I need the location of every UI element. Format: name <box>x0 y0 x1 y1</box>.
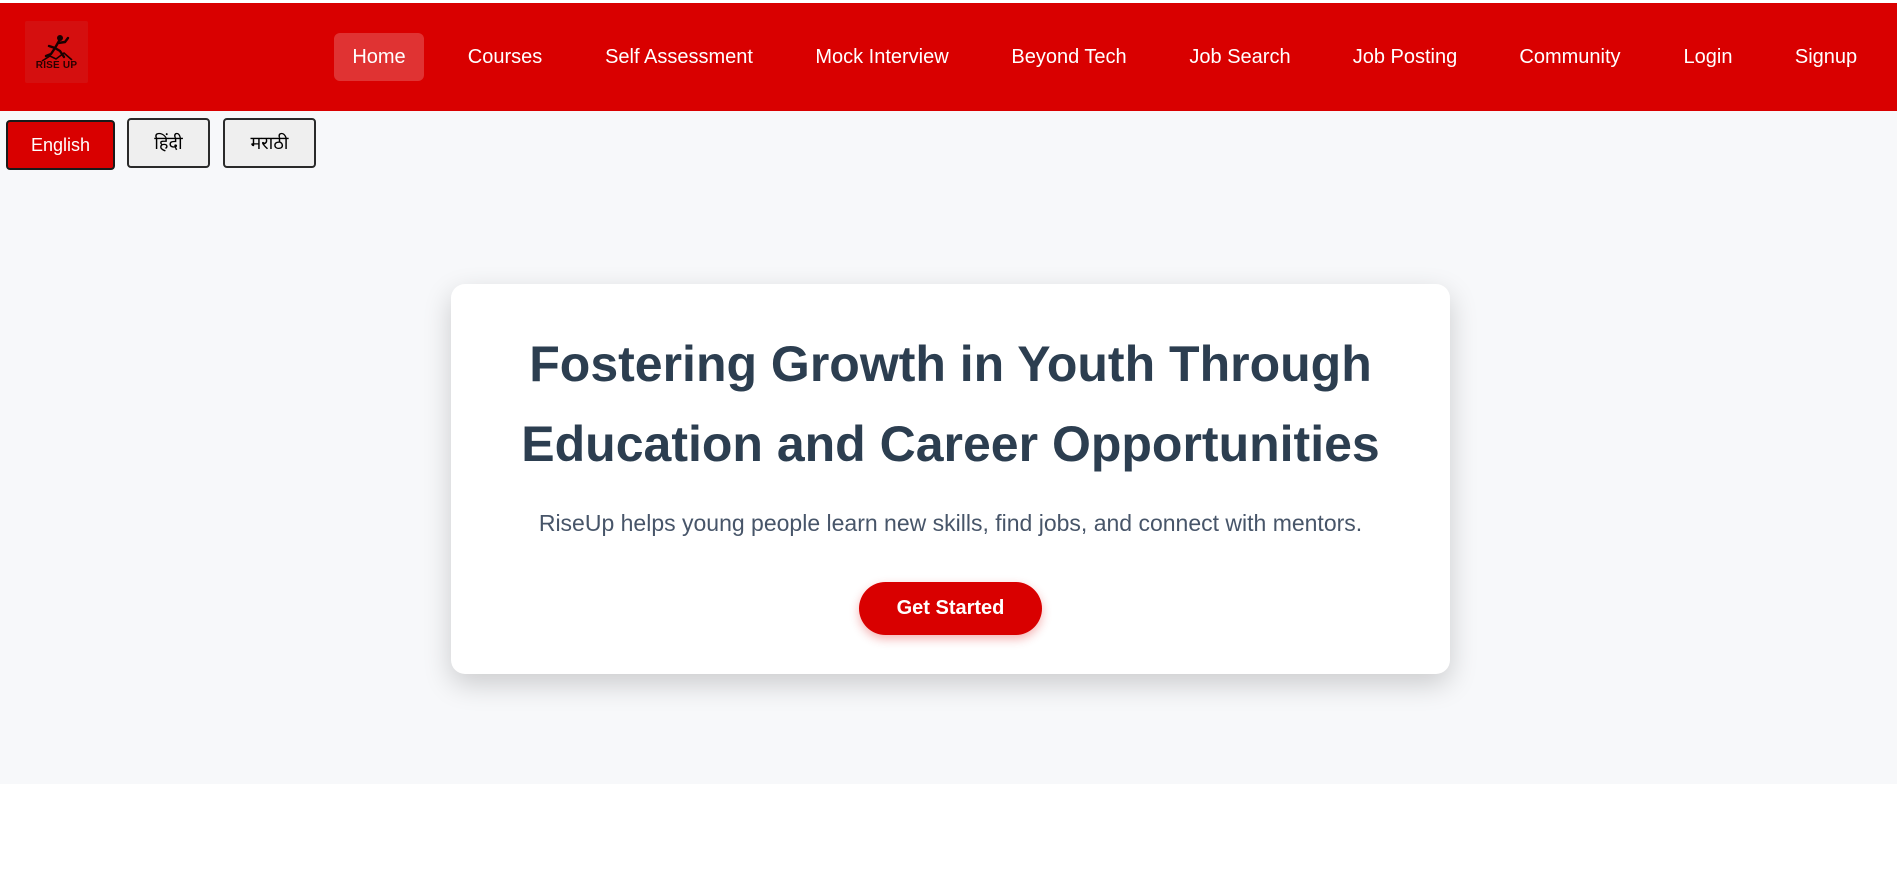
nav-signup[interactable]: Signup <box>1784 33 1868 81</box>
hero-card: Fostering Growth in Youth Through Educat… <box>451 284 1450 674</box>
nav-self-assessment[interactable]: Self Assessment <box>589 33 769 81</box>
hero-subtitle: RiseUp helps young people learn new skil… <box>538 510 1363 536</box>
hero-title-line2: Education and Career Opportunities <box>521 416 1380 472</box>
nav-mock-interview[interactable]: Mock Interview <box>803 33 961 81</box>
nav-home[interactable]: Home <box>334 33 424 81</box>
nav-job-posting[interactable]: Job Posting <box>1338 33 1472 81</box>
hero-title: Fostering Growth in Youth Through Educat… <box>451 324 1450 484</box>
nav-courses[interactable]: Courses <box>456 33 554 81</box>
nav-login[interactable]: Login <box>1667 33 1749 81</box>
main-nav: Home Courses Self Assessment Mock Interv… <box>0 33 1897 81</box>
navbar: RISE UP Home Courses Self Assessment Moc… <box>0 3 1897 111</box>
hero-title-line1: Fostering Growth in Youth Through <box>529 336 1372 392</box>
language-hindi-button[interactable]: हिंदी <box>127 118 210 168</box>
nav-beyond-tech[interactable]: Beyond Tech <box>996 33 1142 81</box>
language-marathi-button[interactable]: मराठी <box>223 118 316 168</box>
get-started-button[interactable]: Get Started <box>859 582 1042 635</box>
language-english-button[interactable]: English <box>6 120 115 170</box>
nav-job-search[interactable]: Job Search <box>1175 33 1305 81</box>
nav-community[interactable]: Community <box>1506 33 1634 81</box>
